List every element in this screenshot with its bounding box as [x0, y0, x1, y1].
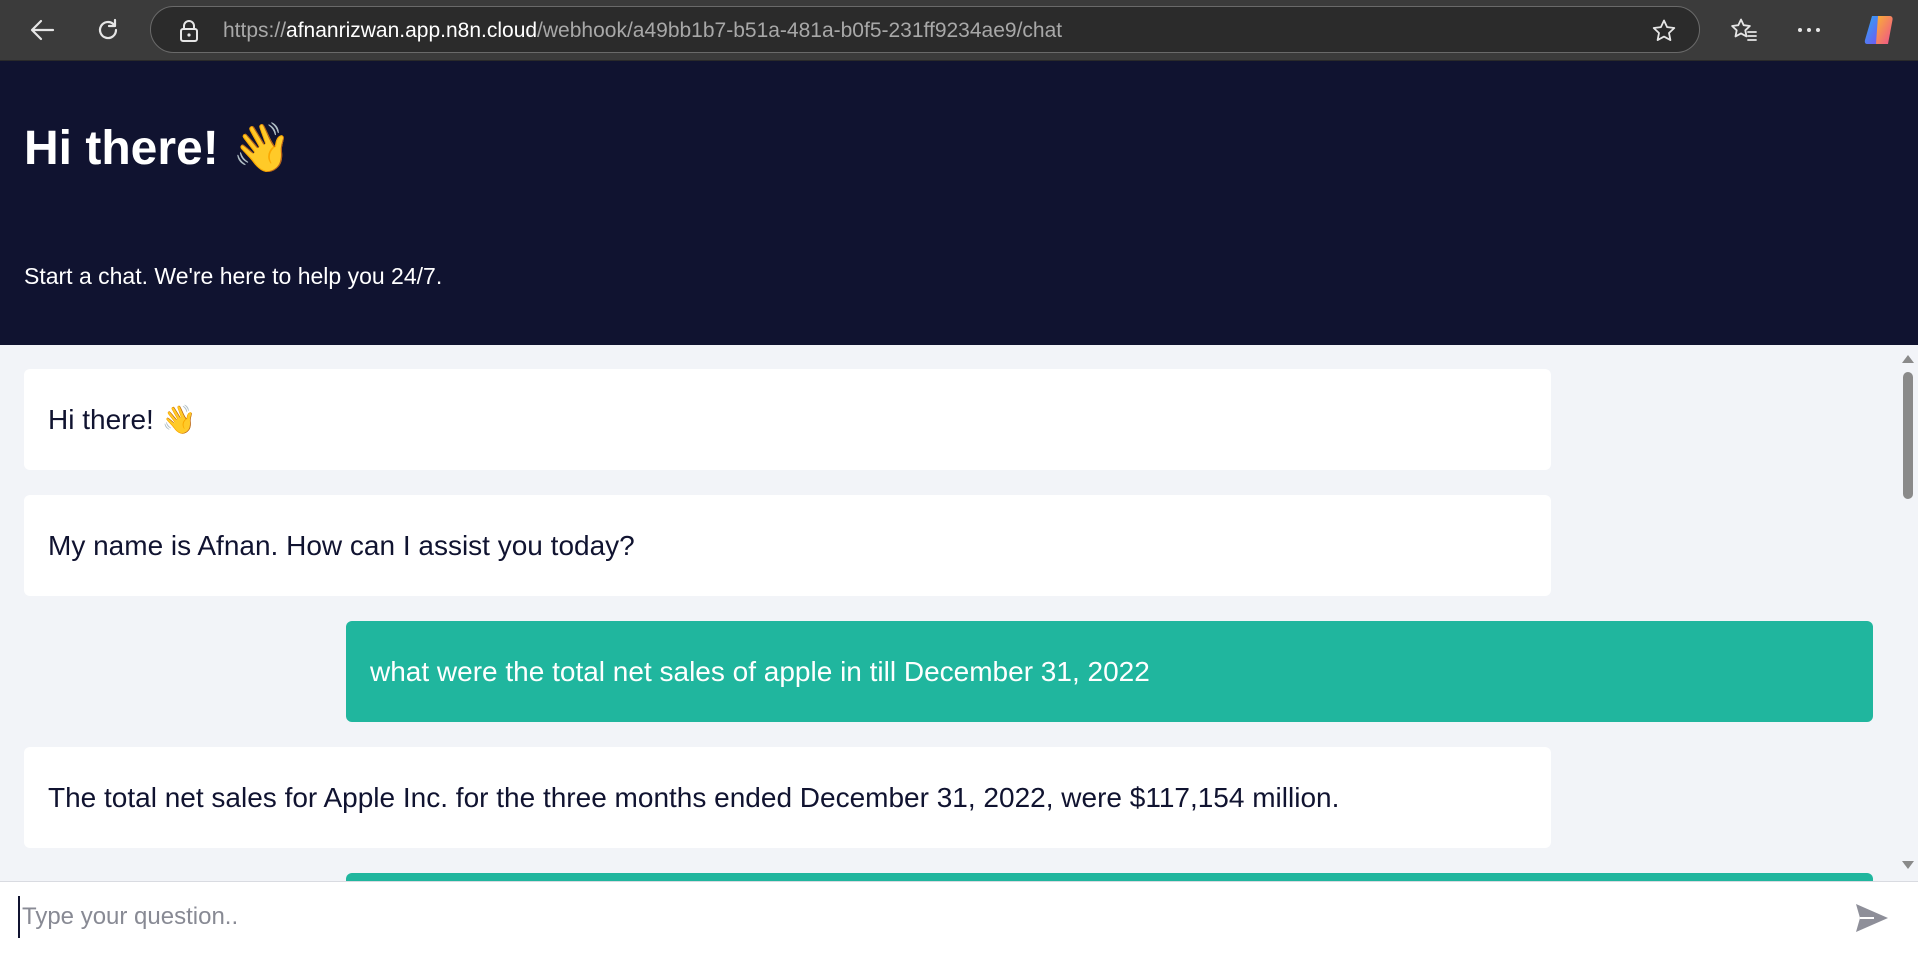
chat-title: Hi there! 👋 — [24, 122, 292, 175]
messages-scrollbar[interactable] — [1898, 345, 1918, 881]
favorites-button[interactable] — [1722, 8, 1766, 52]
scroll-down-arrow-icon[interactable] — [1901, 857, 1915, 875]
copilot-button[interactable] — [1858, 8, 1902, 52]
favorites-list-icon — [1730, 17, 1758, 43]
url-host: afnanrizwan.app.n8n.cloud — [286, 19, 538, 42]
more-options-icon — [1796, 17, 1822, 43]
scroll-up-arrow-icon[interactable] — [1901, 351, 1915, 369]
back-button[interactable] — [20, 8, 64, 52]
address-bar[interactable]: https://afnanrizwan.app.n8n.cloud/webhoo… — [150, 6, 1700, 53]
more-options-button[interactable] — [1787, 8, 1831, 52]
refresh-button[interactable] — [86, 8, 130, 52]
url-path: /webhook/a49bb1b7-b51a-481a-b0f5-231ff92… — [537, 19, 1063, 42]
scrollbar-thumb[interactable] — [1903, 372, 1913, 499]
url-scheme: https:// — [223, 19, 287, 42]
favorite-star-icon[interactable] — [1651, 18, 1677, 49]
bot-message: The total net sales for Apple Inc. for t… — [24, 747, 1551, 848]
lock-icon[interactable] — [179, 19, 199, 48]
chat-header: Hi there! 👋 Start a chat. We're here to … — [0, 61, 1918, 345]
refresh-icon — [95, 17, 121, 43]
back-arrow-icon — [29, 17, 55, 43]
user-message — [346, 873, 1873, 881]
copilot-icon — [1863, 13, 1897, 47]
bot-message: Hi there! 👋 — [24, 369, 1551, 470]
user-message: what were the total net sales of apple i… — [346, 621, 1873, 722]
send-icon — [1854, 902, 1890, 939]
message-list: Hi there! 👋 My name is Afnan. How can I … — [0, 345, 1918, 881]
browser-toolbar: https://afnanrizwan.app.n8n.cloud/webhoo… — [0, 0, 1918, 61]
question-input[interactable] — [18, 896, 1838, 938]
send-button[interactable] — [1852, 902, 1892, 938]
chat-subtitle: Start a chat. We're here to help you 24/… — [24, 263, 443, 289]
chat-input-area — [0, 881, 1918, 954]
bot-message: My name is Afnan. How can I assist you t… — [24, 495, 1551, 596]
url-text[interactable]: https://afnanrizwan.app.n8n.cloud/webhoo… — [223, 19, 1062, 43]
